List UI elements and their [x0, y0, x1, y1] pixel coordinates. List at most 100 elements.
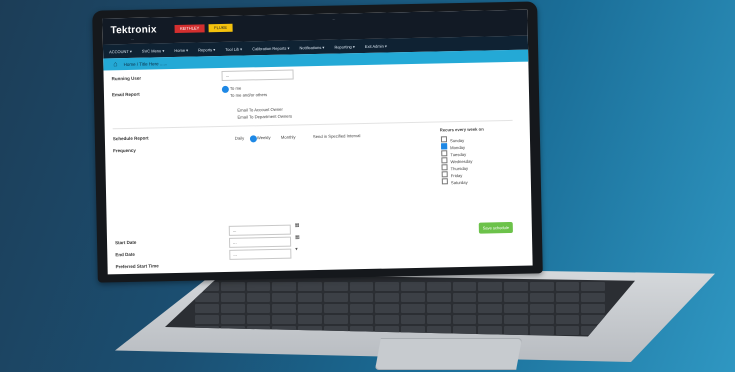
keyboard-key [478, 315, 502, 324]
keyboard-key [246, 282, 271, 291]
keyboard-key [478, 282, 502, 291]
keyboard-key [555, 304, 580, 313]
keyboard-key [323, 315, 348, 324]
weekday-checkbox[interactable] [440, 136, 448, 143]
email-to-others-label: To me and/or others [229, 92, 268, 98]
breadcrumb-text[interactable]: Home / Title Here ...... [124, 61, 168, 67]
laptop-touchpad [375, 338, 522, 370]
keyboard-key [298, 315, 322, 324]
keyboard-key [195, 304, 219, 313]
running-user-value: ... [225, 72, 230, 78]
running-user-input[interactable]: ... [221, 69, 294, 81]
keyboard-key [349, 315, 374, 324]
keyboard-key [478, 293, 502, 302]
keyboard-key [452, 282, 477, 291]
nav-home[interactable]: Home ▾ [174, 47, 188, 52]
keyboard-key [195, 315, 219, 324]
email-report-label: Email Report [111, 91, 140, 98]
weekday-checkbox[interactable] [441, 143, 448, 150]
fluke-logo: FLUKE [208, 23, 233, 33]
start-time-value: ... [233, 251, 237, 257]
schedule-form: Running User ... Email Report To me To m… [103, 62, 532, 275]
email-account-owner-option[interactable]: Email To Account Owner [237, 107, 283, 113]
running-user-label: Running User [111, 75, 142, 82]
nav-exit-admin[interactable]: Exit Admin ▾ [365, 43, 387, 48]
keyboard-key [555, 315, 580, 324]
brand-logo: Tektronix [110, 24, 157, 37]
calendar-icon[interactable]: ▦ [295, 222, 300, 228]
freq-daily-label: Daily [234, 135, 245, 141]
calendar-icon[interactable]: ▦ [295, 234, 300, 240]
nav-tool-lib[interactable]: Tool Lib ▾ [225, 46, 242, 51]
keyboard-key [401, 293, 425, 302]
nav-svc-menu[interactable]: SVC Menu ▾ [142, 48, 165, 53]
save-schedule-button[interactable]: Save schedule [478, 221, 513, 234]
nav-calibration-reports[interactable]: Calibration Reports ▾ [252, 45, 289, 51]
keyboard-key [272, 315, 296, 324]
keyboard-key [555, 326, 580, 335]
weekday-checkbox[interactable] [441, 178, 448, 185]
frequency-note: Send in Specified Interval [312, 133, 361, 140]
nav-notifications[interactable]: Notifications ▾ [299, 44, 324, 50]
keyboard-key [555, 293, 580, 302]
keyboard-key [504, 326, 528, 335]
keyboard-key [452, 293, 477, 302]
preferred-start-time-label: Preferred Start Time [115, 263, 159, 270]
nav-reporting[interactable]: Reporting ▾ [334, 44, 355, 49]
keyboard-key [220, 282, 245, 291]
weekday-checkbox[interactable] [441, 150, 448, 157]
keyboard-key [581, 282, 605, 291]
keyboard-key [504, 293, 528, 302]
keyboard-key [375, 315, 399, 324]
weekday-checkbox[interactable] [441, 157, 448, 164]
email-to-me-radio[interactable] [221, 85, 229, 93]
schedule-report-label: Schedule Report [112, 135, 149, 142]
keyboard-key [555, 282, 580, 291]
keyboard-key [452, 315, 477, 324]
keyboard-key [581, 304, 605, 313]
start-date-input[interactable]: ... [228, 224, 291, 236]
keyboard-key [246, 304, 271, 313]
weekday-checkbox[interactable] [441, 171, 448, 178]
keyboard-key [426, 282, 451, 291]
email-to-me-label: To me [229, 85, 242, 91]
keyboard-key [220, 315, 245, 324]
freq-weekly-label: Weekly [256, 134, 271, 141]
keyboard-key [478, 304, 502, 313]
keyboard-key [349, 304, 374, 313]
keyboard-key [220, 304, 245, 313]
start-time-select[interactable]: ... [229, 248, 292, 260]
keyboard-key [298, 304, 322, 313]
end-date-input[interactable]: ... [228, 236, 292, 248]
keyboard-key [401, 315, 425, 324]
keyboard-key [426, 304, 451, 313]
email-department-owners-option[interactable]: Email To Department Owners [237, 114, 292, 120]
chevron-down-icon[interactable]: ▾ [295, 246, 298, 252]
weekday-label: Saturday [450, 179, 468, 186]
keyboard-key [504, 315, 528, 324]
nav-account[interactable]: ACCOUNT ▾ [109, 48, 132, 53]
keyboard-key [452, 304, 477, 313]
freq-monthly-label: Monthly [280, 134, 296, 140]
home-icon[interactable]: ⌂ [113, 61, 117, 68]
weekday-checkbox[interactable] [441, 164, 448, 171]
keyboard-key [323, 282, 348, 291]
laptop-screen: Tektronix ... KEITHLEY FLUKE ... ACCOUNT… [102, 9, 533, 275]
keyboard-key [375, 282, 399, 291]
start-date-value: ... [232, 227, 237, 233]
keyboard-key [246, 315, 271, 324]
keyboard-key [529, 304, 554, 313]
keyboard-key [426, 315, 451, 324]
keyboard-key [298, 282, 322, 291]
keyboard-key [323, 293, 348, 302]
header-meta: ... [332, 16, 336, 21]
laptop-scene: Tektronix ... KEITHLEY FLUKE ... ACCOUNT… [0, 0, 735, 372]
end-date-label: End Date [115, 251, 135, 258]
nav-reports[interactable]: Reports ▾ [198, 47, 215, 52]
weekday-option[interactable]: Saturday [441, 178, 468, 186]
keyboard-key [220, 293, 245, 302]
keyboard-key [529, 315, 554, 324]
keyboard-key [426, 293, 451, 302]
keyboard-key [478, 326, 502, 335]
keyboard-key [375, 304, 399, 313]
